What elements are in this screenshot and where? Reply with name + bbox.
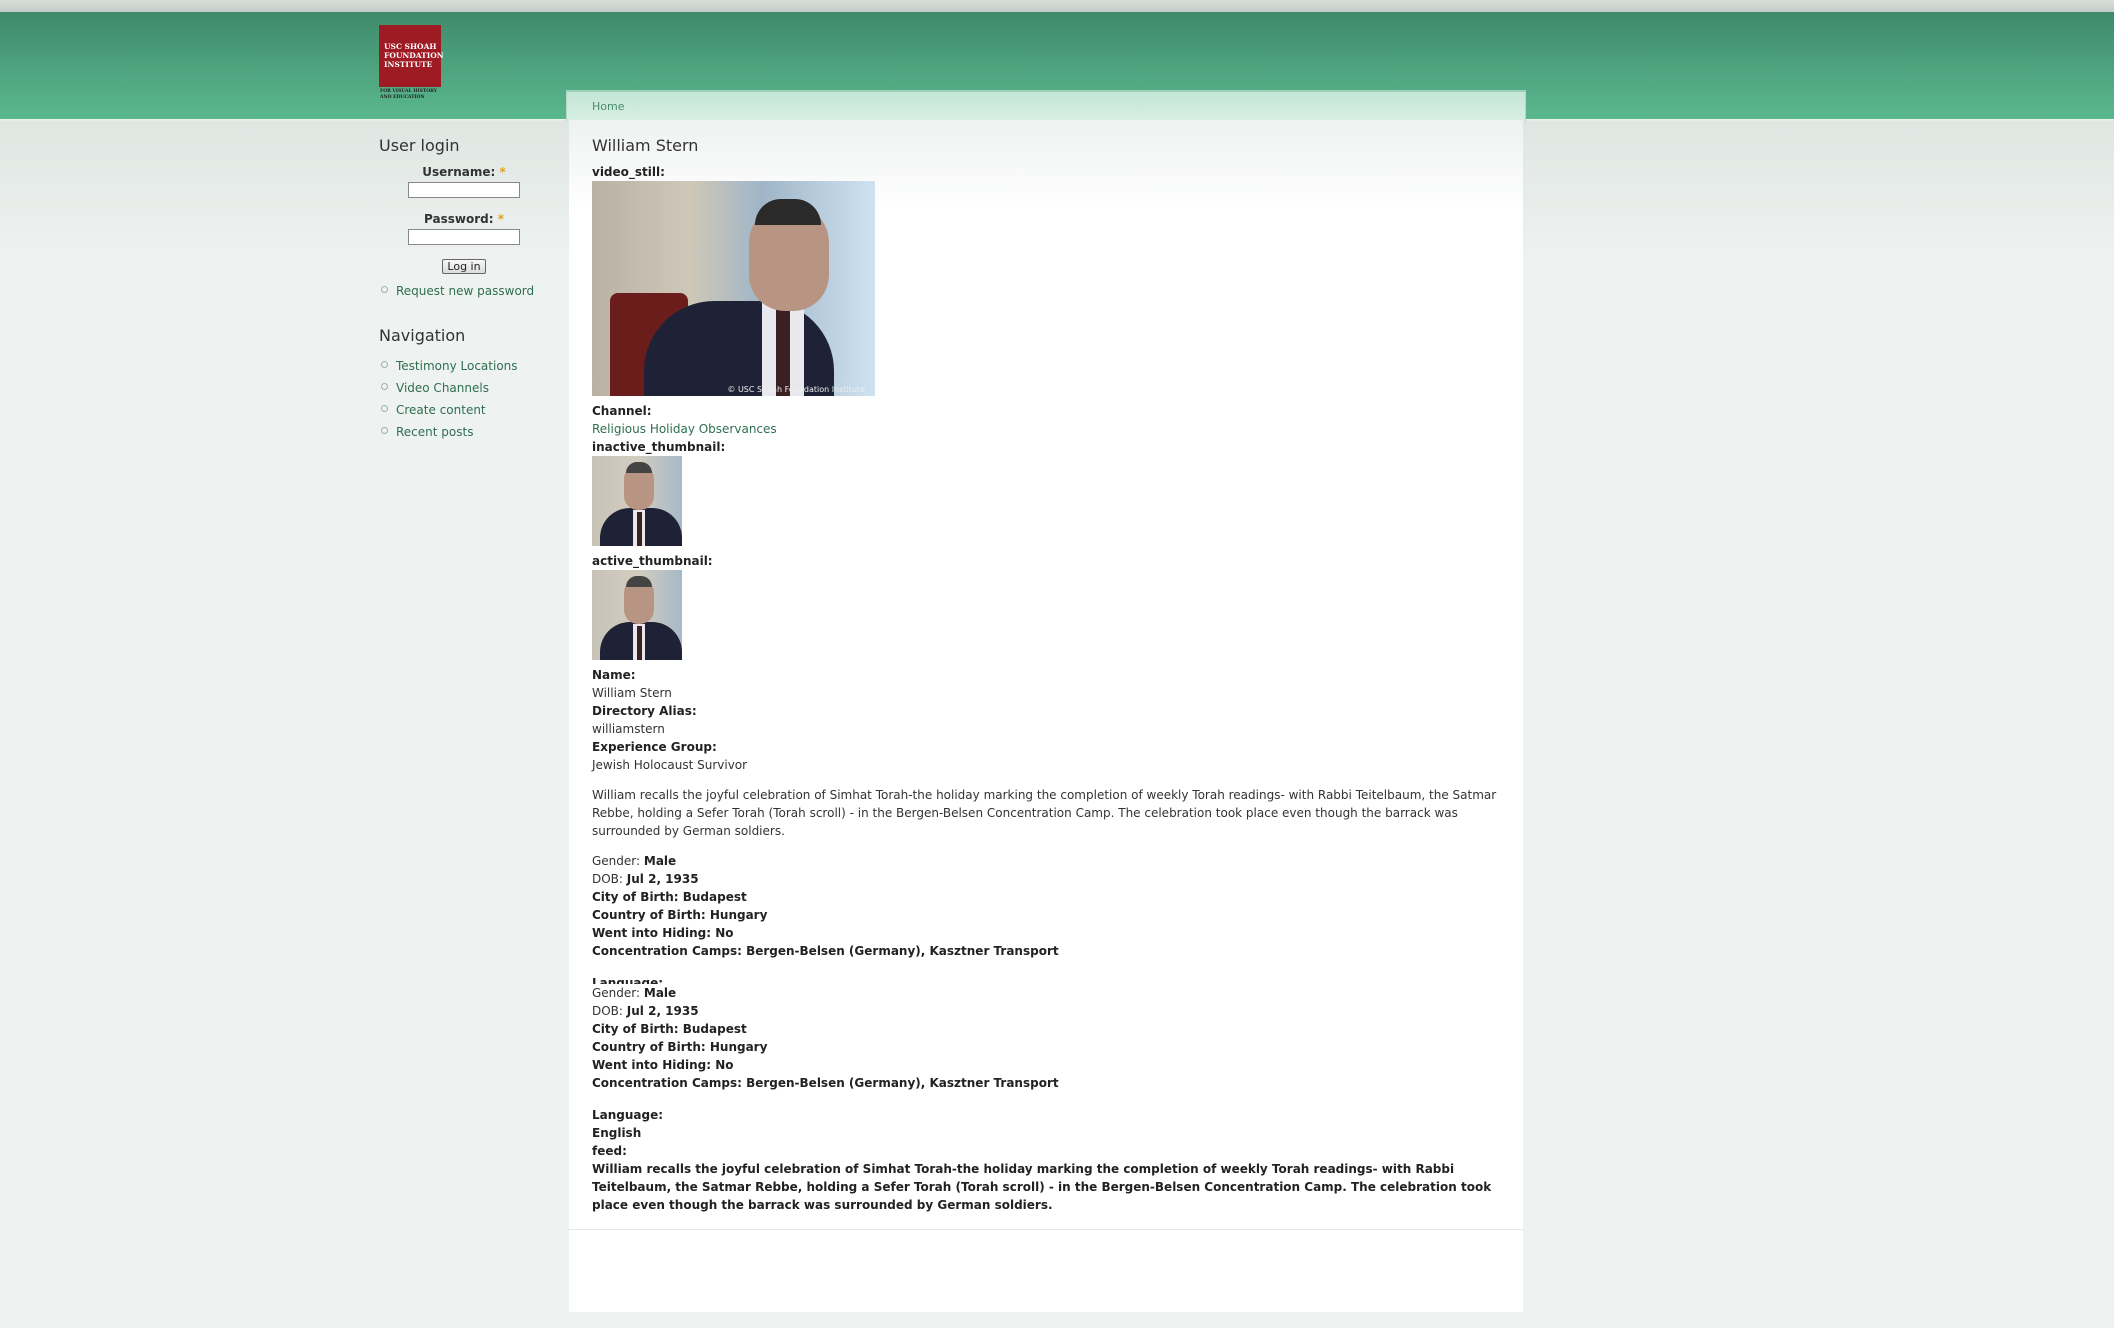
browser-top-strip — [0, 0, 2114, 12]
city-line: City of Birth: Budapest — [592, 1022, 747, 1036]
page-title: William Stern — [592, 136, 699, 155]
group-label: Experience Group: — [592, 740, 717, 754]
list-item: Create content — [379, 399, 549, 421]
active-thumbnail-image — [592, 570, 682, 660]
country-line: Country of Birth: Hungary — [592, 1040, 768, 1054]
sidebar: User login Username: * Password: * Log i… — [379, 136, 549, 443]
logo-subtext: FOR VISUAL HISTORY AND EDUCATION — [380, 89, 437, 100]
active-thumbnail-label: active_thumbnail: — [592, 554, 713, 568]
city-line: City of Birth: Budapest — [592, 890, 747, 904]
hiding-line: Went into Hiding: No — [592, 926, 734, 940]
dob-line: DOB: Jul 2, 1935 — [592, 1004, 699, 1018]
request-password-link[interactable]: Request new password — [396, 284, 534, 298]
hiding-line: Went into Hiding: No — [592, 1058, 734, 1072]
video-still-label: video_still: — [592, 165, 665, 179]
country-line: Country of Birth: Hungary — [592, 908, 768, 922]
navigation-title: Navigation — [379, 326, 466, 345]
list-item: Testimony Locations — [379, 355, 549, 377]
site-logo[interactable]: USC SHOAH FOUNDATION INSTITUTE — [379, 25, 444, 87]
login-links: Request new password — [379, 280, 549, 302]
alias-label: Directory Alias: — [592, 704, 697, 718]
camps-line: Concentration Camps: Bergen-Belsen (Germ… — [592, 944, 1059, 958]
user-login-title: User login — [379, 136, 460, 155]
name-value: William Stern — [592, 686, 672, 700]
channel-link[interactable]: Religious Holiday Observances — [592, 422, 777, 436]
clipped-language-label: Language: — [592, 976, 664, 984]
content-divider — [569, 1229, 1523, 1230]
username-label: Username: * — [422, 165, 506, 179]
nav-create-content[interactable]: Create content — [396, 403, 486, 417]
gender-line: Gender: Male — [592, 854, 677, 868]
list-item: Video Channels — [379, 377, 549, 399]
nav-recent-posts[interactable]: Recent posts — [396, 425, 473, 439]
nav-testimony-locations[interactable]: Testimony Locations — [396, 359, 518, 373]
camps-line: Concentration Camps: Bergen-Belsen (Germ… — [592, 1076, 1059, 1090]
language-value: English — [592, 1126, 642, 1140]
description-text: William recalls the joyful celebration o… — [592, 788, 1497, 838]
main-content: William Stern video_still: © USC Shoah F… — [592, 136, 1502, 1214]
login-button[interactable]: Log in — [442, 259, 486, 274]
inactive-thumbnail-image — [592, 456, 682, 546]
navigation-menu: Testimony Locations Video Channels Creat… — [379, 355, 549, 443]
dob-line: DOB: Jul 2, 1935 — [592, 872, 699, 886]
username-input[interactable] — [408, 182, 520, 198]
feed-text: William recalls the joyful celebration o… — [592, 1162, 1492, 1212]
password-input[interactable] — [408, 229, 520, 245]
inactive-thumbnail-label: inactive_thumbnail: — [592, 440, 726, 454]
language-label: Language: — [592, 1108, 664, 1122]
video-still-image[interactable]: © USC Shoah Foundation Institute — [592, 181, 875, 396]
logo-text: USC SHOAH FOUNDATION INSTITUTE — [384, 42, 444, 69]
required-marker: * — [499, 165, 506, 179]
password-label: Password: * — [424, 212, 504, 226]
feed-label: feed: — [592, 1144, 627, 1158]
required-marker: * — [497, 212, 504, 226]
group-value: Jewish Holocaust Survivor — [592, 758, 748, 772]
name-label: Name: — [592, 668, 636, 682]
video-still-watermark: © USC Shoah Foundation Institute — [727, 385, 865, 394]
breadcrumb-home-link[interactable]: Home — [592, 100, 624, 113]
details-block: Gender: Male DOB: Jul 2, 1935 City of Bi… — [592, 852, 1502, 960]
channel-label: Channel: — [592, 404, 652, 418]
nav-video-channels[interactable]: Video Channels — [396, 381, 489, 395]
details-block: Gender: Male DOB: Jul 2, 1935 City of Bi… — [592, 984, 1502, 1092]
list-item: Request new password — [379, 280, 549, 302]
list-item: Recent posts — [379, 421, 549, 443]
breadcrumb: Home — [566, 90, 1526, 122]
alias-value: williamstern — [592, 722, 665, 736]
gender-line: Gender: Male — [592, 986, 677, 1000]
